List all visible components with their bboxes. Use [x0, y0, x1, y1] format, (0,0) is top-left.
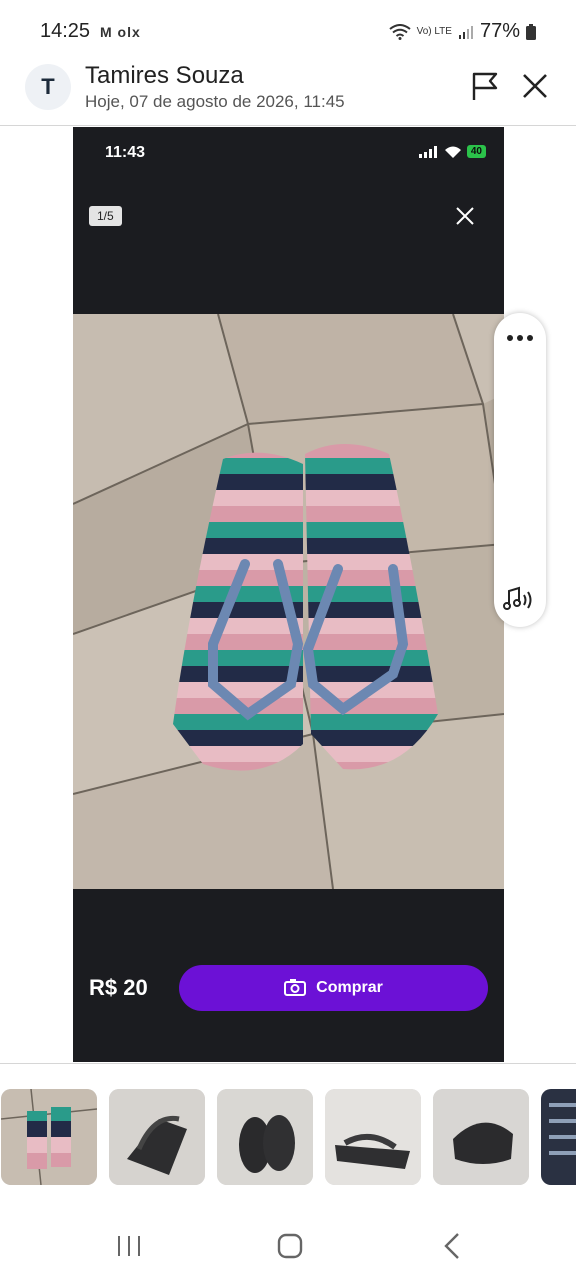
floating-action-pill — [494, 313, 546, 627]
avatar[interactable]: T — [25, 64, 71, 110]
product-photo[interactable] — [73, 314, 504, 889]
home-icon[interactable] — [274, 1230, 306, 1262]
message-date: Hoje, 07 de agosto de 2026, 11:45 — [85, 92, 345, 111]
viewer-status-time: 11:43 — [105, 144, 146, 161]
status-time: 14:25 — [40, 20, 91, 42]
back-icon[interactable] — [436, 1230, 468, 1262]
buy-button-label: Comprar — [316, 979, 383, 996]
thumbnail-black-sandals-wall[interactable] — [433, 1089, 529, 1185]
thumbnail-black-sandals-heel[interactable] — [325, 1089, 421, 1185]
battery-percent: 77% — [479, 20, 520, 42]
signal-icon — [458, 25, 473, 39]
notification-icons: M olx — [100, 24, 141, 40]
more-icon[interactable] — [506, 331, 534, 345]
thumbnail-black-sandals-side[interactable] — [109, 1089, 205, 1185]
volte-indicator: Vo) LTE — [416, 25, 452, 37]
thumbnail-black-sandals-top[interactable] — [217, 1089, 313, 1185]
viewer-status-icons: 40 — [418, 145, 486, 158]
status-bar: 14:25 M olx Vo) LTE 77% — [0, 0, 576, 58]
buy-button[interactable]: Comprar — [179, 965, 488, 1011]
image-counter: 1/5 — [89, 206, 122, 226]
recents-icon[interactable] — [113, 1230, 145, 1262]
flag-icon[interactable] — [470, 70, 502, 102]
close-icon[interactable] — [454, 205, 476, 227]
camera-money-icon — [284, 979, 307, 996]
contact-name[interactable]: Tamires Souza — [85, 62, 244, 90]
signal-icon — [418, 145, 437, 158]
price-label: R$ 20 — [89, 975, 148, 1000]
navigation-bar — [0, 1210, 576, 1280]
image-viewer: 11:43 40 1/5 R$ 20 Comprar — [73, 127, 504, 1062]
system-icons: Vo) LTE 77% — [388, 20, 536, 43]
close-icon[interactable] — [519, 70, 551, 102]
chat-header: T Tamires Souza Hoje, 07 de agosto de 20… — [0, 58, 576, 126]
thumbnail-strip — [0, 1063, 576, 1209]
thumbnail-striped-sandals[interactable] — [1, 1089, 97, 1185]
wifi-icon — [444, 146, 461, 158]
wifi-icon — [388, 23, 411, 40]
thumbnail-chat-screenshot[interactable] — [541, 1089, 576, 1185]
audio-icon[interactable] — [503, 585, 537, 615]
battery-badge: 40 — [466, 145, 486, 158]
battery-icon — [526, 23, 536, 40]
